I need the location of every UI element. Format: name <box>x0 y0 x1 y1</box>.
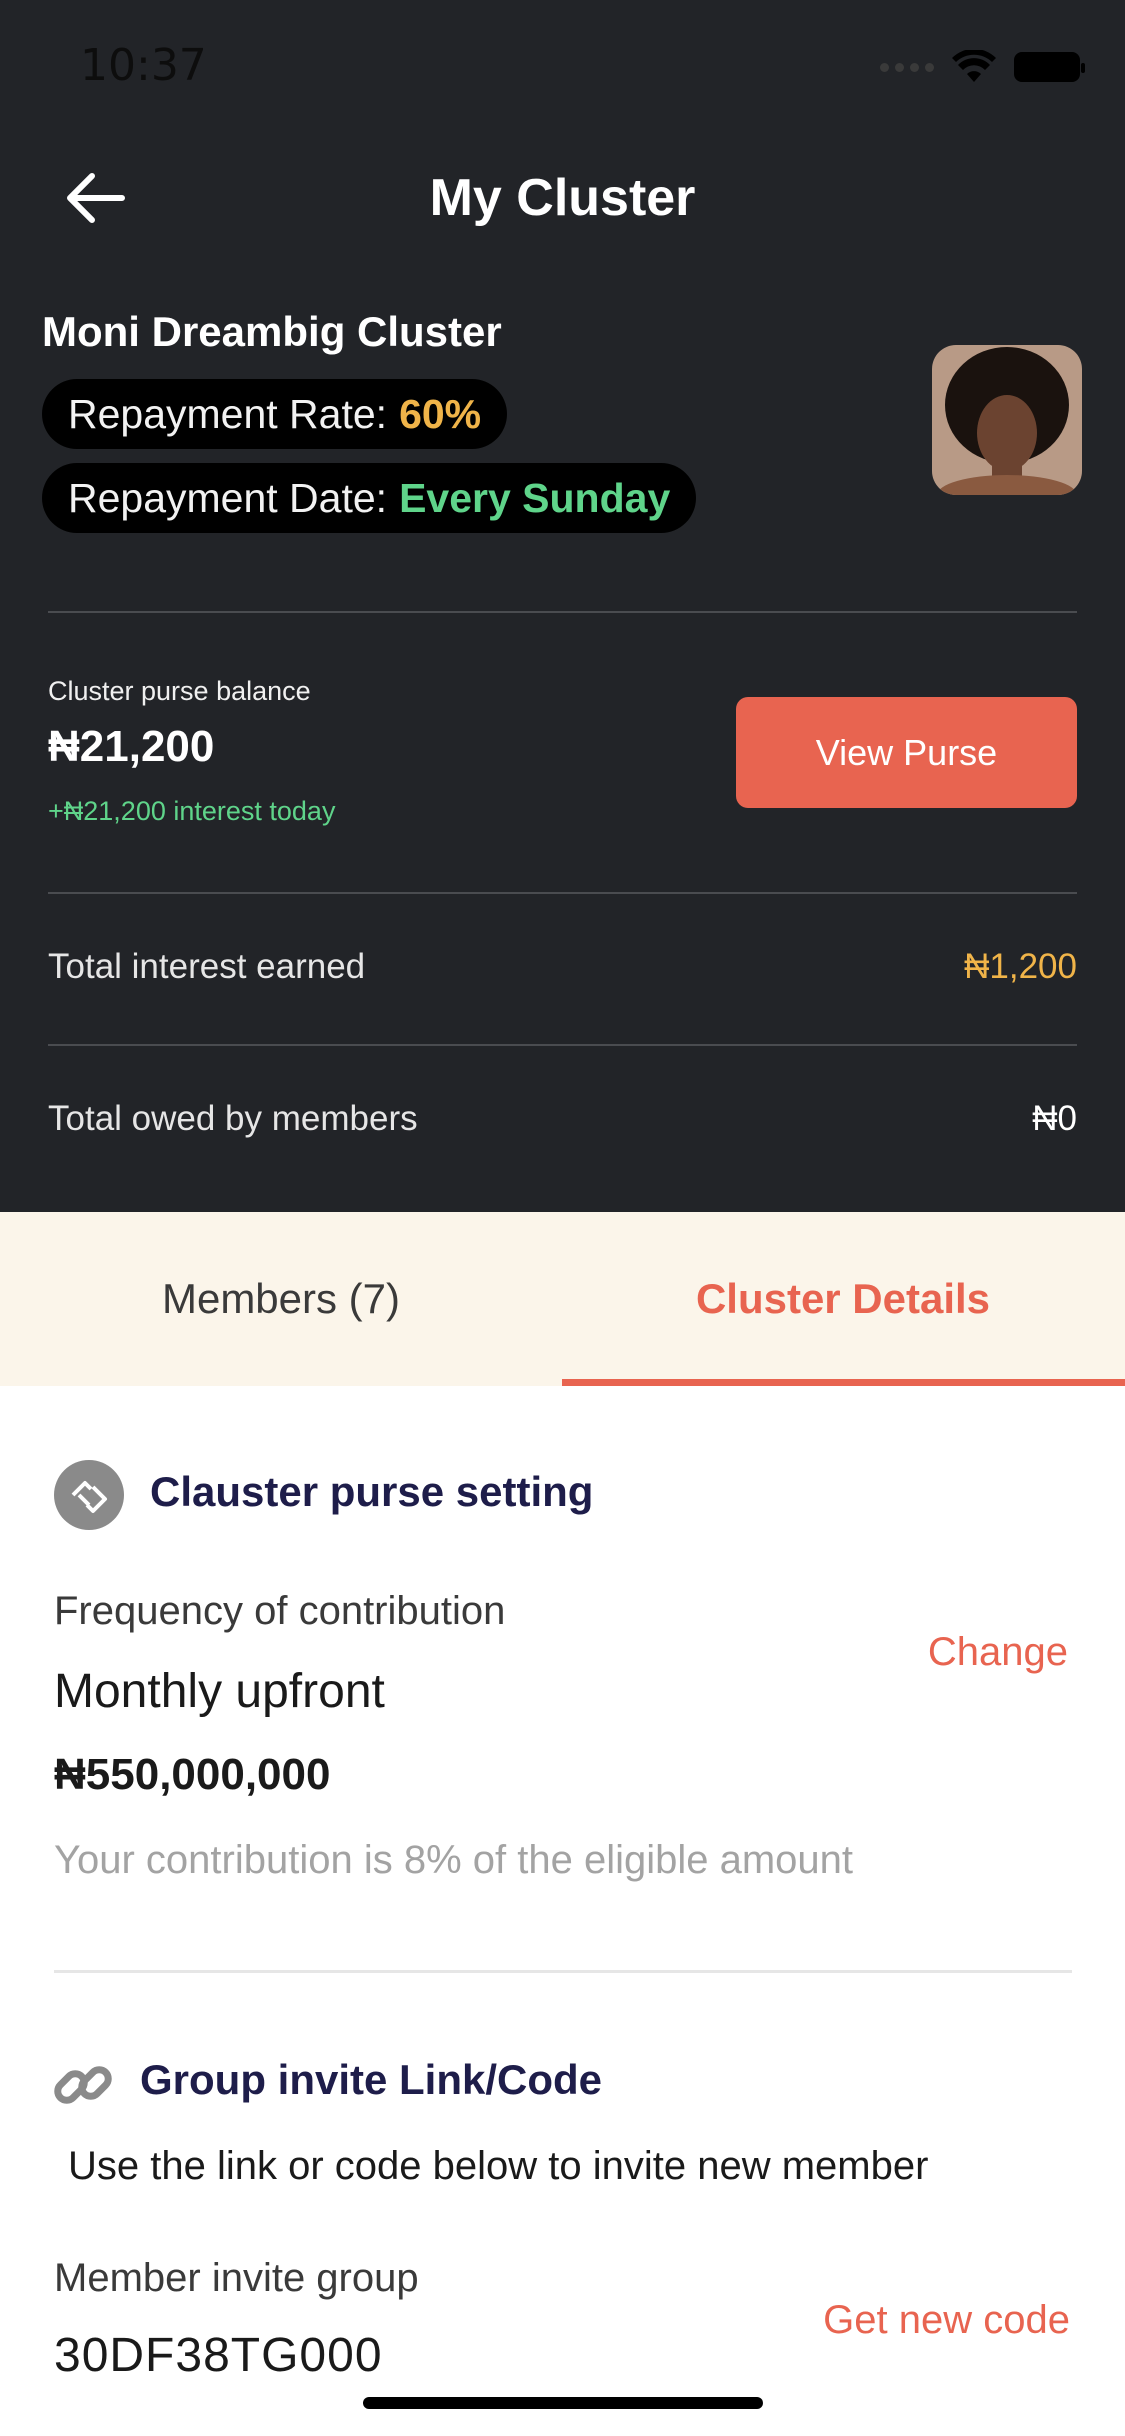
active-tab-indicator <box>562 1379 1125 1386</box>
section-divider <box>54 1970 1072 1973</box>
purse-balance-amount: ₦21,200 <box>48 722 215 771</box>
page-title: My Cluster <box>429 169 696 227</box>
repayment-date-label: Repayment Date: <box>68 474 388 521</box>
frequency-value: Monthly upfront <box>54 1665 385 1718</box>
repayment-rate-value: 60% <box>399 390 482 437</box>
repayment-rate-label: Repayment Rate: <box>68 390 388 437</box>
status-icons <box>880 50 1085 84</box>
home-indicator <box>363 2397 763 2409</box>
purse-interest-today: +₦21,200 interest today <box>48 796 336 826</box>
repayment-date-value: Every Sunday <box>399 474 671 521</box>
divider <box>48 892 1077 894</box>
get-new-code-link[interactable]: Get new code <box>823 2298 1070 2343</box>
total-owed-value: ₦0 <box>1032 1099 1077 1138</box>
repayment-rate-pill: Repayment Rate: 60% <box>42 379 508 449</box>
invite-title: Group invite Link/Code <box>140 2056 603 2103</box>
divider <box>48 611 1077 613</box>
view-purse-button[interactable]: View Purse <box>736 697 1077 808</box>
invite-description: Use the link or code below to invite new… <box>68 2144 929 2188</box>
wifi-icon <box>952 50 996 82</box>
avatar[interactable] <box>932 345 1082 495</box>
total-interest-value: ₦1,200 <box>964 947 1077 986</box>
change-frequency-link[interactable]: Change <box>928 1630 1068 1675</box>
divider <box>48 1044 1077 1046</box>
tab-bar: Members (7) Cluster Details <box>0 1212 1125 1386</box>
frequency-label: Frequency of contribution <box>54 1589 506 1633</box>
cluster-name: Moni Dreambig Cluster <box>42 308 502 355</box>
link-icon <box>54 2066 112 2104</box>
purse-setting-title: Clauster purse setting <box>150 1468 594 1515</box>
invite-code[interactable]: 30DF38TG000 <box>54 2328 383 2383</box>
purse-setting-icon <box>54 1460 124 1530</box>
total-interest-label: Total interest earned <box>48 947 366 986</box>
status-time: 10:37 <box>80 40 207 91</box>
invite-code-label: Member invite group <box>54 2256 419 2300</box>
tab-members[interactable]: Members (7) <box>0 1212 562 1386</box>
battery-icon <box>1014 52 1085 82</box>
tab-cluster-details[interactable]: Cluster Details <box>562 1212 1124 1386</box>
repayment-date-pill: Repayment Date: Every Sunday <box>42 463 697 533</box>
contribution-note: Your contribution is 8% of the eligible … <box>54 1838 854 1882</box>
purse-balance-label: Cluster purse balance <box>48 676 311 706</box>
contribution-amount: ₦550,000,000 <box>54 1750 331 1799</box>
total-owed-label: Total owed by members <box>48 1099 418 1138</box>
signal-icon <box>880 62 934 72</box>
